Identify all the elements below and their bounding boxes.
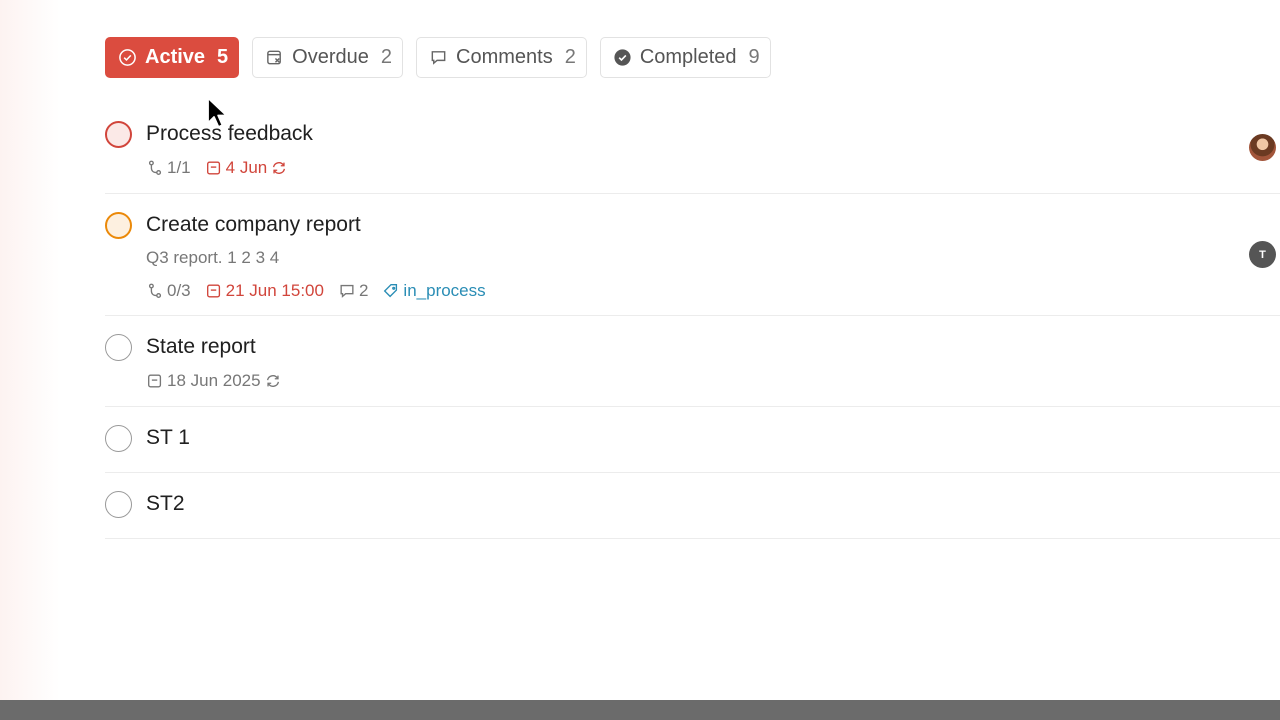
due-date[interactable]: 18 Jun 2025 [146,371,282,391]
left-edge-fade [0,0,60,700]
subtask-count-text: 0/3 [167,281,191,300]
tab-overdue-label: Overdue [292,46,369,68]
subtask-count[interactable]: 0/3 [146,281,191,301]
assignee-avatar[interactable] [1249,134,1276,161]
recurring-icon [266,375,279,387]
subtask-count[interactable]: 1/1 [146,158,191,178]
subtask-count-text: 1/1 [167,158,191,177]
bottom-bar [0,700,1280,720]
tab-comments-count: 2 [564,46,576,68]
comment-count[interactable]: 2 [338,281,368,301]
task-complete-checkbox[interactable] [105,491,132,518]
task-complete-checkbox[interactable] [105,121,132,148]
tab-active-count: 5 [217,46,229,68]
tab-completed[interactable]: Completed 9 [599,37,771,78]
task-label[interactable]: in_process [382,281,486,301]
due-date-text: 18 Jun 2025 [167,371,261,390]
task-item[interactable]: Process feedback 1/1 4 Jun [105,103,1280,194]
tab-overdue[interactable]: Overdue 2 [252,37,403,78]
check-circle-icon [119,49,136,66]
calendar-icon [148,374,162,388]
filter-tabs: Active 5 Overdue 2 Comments 2 Completed … [105,37,771,78]
task-title[interactable]: Process feedback [146,122,313,146]
overdue-calendar-icon [267,50,282,65]
tab-completed-count: 9 [748,46,760,68]
tab-overdue-count: 2 [380,46,392,68]
task-meta: 18 Jun 2025 [146,371,282,391]
task-meta: 0/3 21 Jun 15:00 2 in_process [146,281,486,301]
task-title[interactable]: ST 1 [146,426,190,450]
comment-icon [340,284,354,298]
task-item[interactable]: State report 18 Jun 2025 [105,316,1280,407]
due-date[interactable]: 21 Jun 15:00 [205,281,324,301]
task-title[interactable]: ST2 [146,492,185,516]
task-list: Process feedback 1/1 4 Jun Create compan… [105,103,1280,539]
assignee-avatar[interactable]: T [1249,241,1276,268]
task-complete-checkbox[interactable] [105,334,132,361]
due-date-text: 21 Jun 15:00 [225,281,324,300]
label-tag-icon [384,284,398,298]
comment-icon [431,51,446,65]
tab-active[interactable]: Active 5 [105,37,240,78]
comment-count-text: 2 [358,281,369,300]
tab-comments[interactable]: Comments 2 [416,37,587,78]
tab-active-label: Active [145,46,206,68]
calendar-icon [206,161,220,175]
task-description: Q3 report. 1 2 3 4 [146,248,280,267]
task-title[interactable]: Create company report [146,213,361,237]
task-item[interactable]: ST2 [105,473,1280,539]
tab-comments-label: Comments [456,46,553,68]
subtask-icon [148,283,162,298]
task-meta: 1/1 4 Jun [146,158,288,178]
task-complete-checkbox[interactable] [105,425,132,452]
task-complete-checkbox[interactable] [105,212,132,239]
recurring-icon [273,162,286,174]
task-item[interactable]: ST 1 [105,407,1280,473]
task-title[interactable]: State report [146,335,256,359]
due-date[interactable]: 4 Jun [205,158,289,178]
tab-completed-label: Completed [639,46,737,68]
subtask-icon [148,160,162,175]
task-label-text: in_process [403,281,486,300]
calendar-icon [206,284,220,298]
check-filled-icon [614,49,631,66]
due-date-text: 4 Jun [225,158,268,177]
task-item[interactable]: Create company report Q3 report. 1 2 3 4… [105,194,1280,316]
